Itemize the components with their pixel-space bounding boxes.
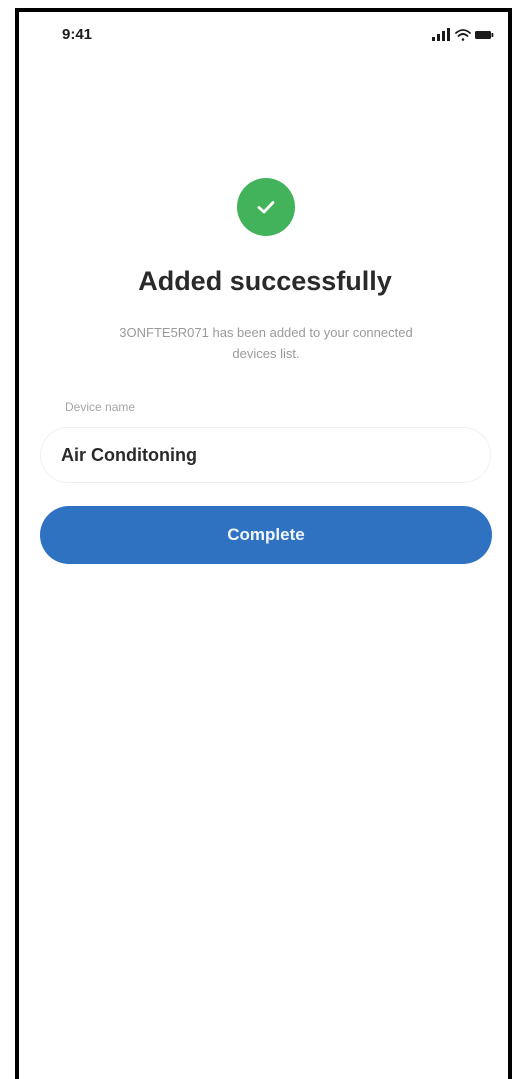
success-badge bbox=[237, 178, 295, 236]
signal-icon bbox=[432, 28, 450, 41]
battery-icon bbox=[475, 31, 494, 39]
success-message: 3ONFTE5R071 has been added to your conne… bbox=[119, 325, 413, 361]
checkmark-icon bbox=[257, 201, 275, 214]
complete-button[interactable]: Complete bbox=[40, 506, 492, 564]
success-title: Added successfully bbox=[138, 266, 392, 296]
status-time: 9:41 bbox=[62, 26, 93, 43]
device-name-input[interactable] bbox=[40, 427, 491, 483]
status-icons bbox=[432, 28, 494, 41]
wifi-icon bbox=[455, 29, 471, 41]
device-name-label: Device name bbox=[65, 400, 136, 414]
